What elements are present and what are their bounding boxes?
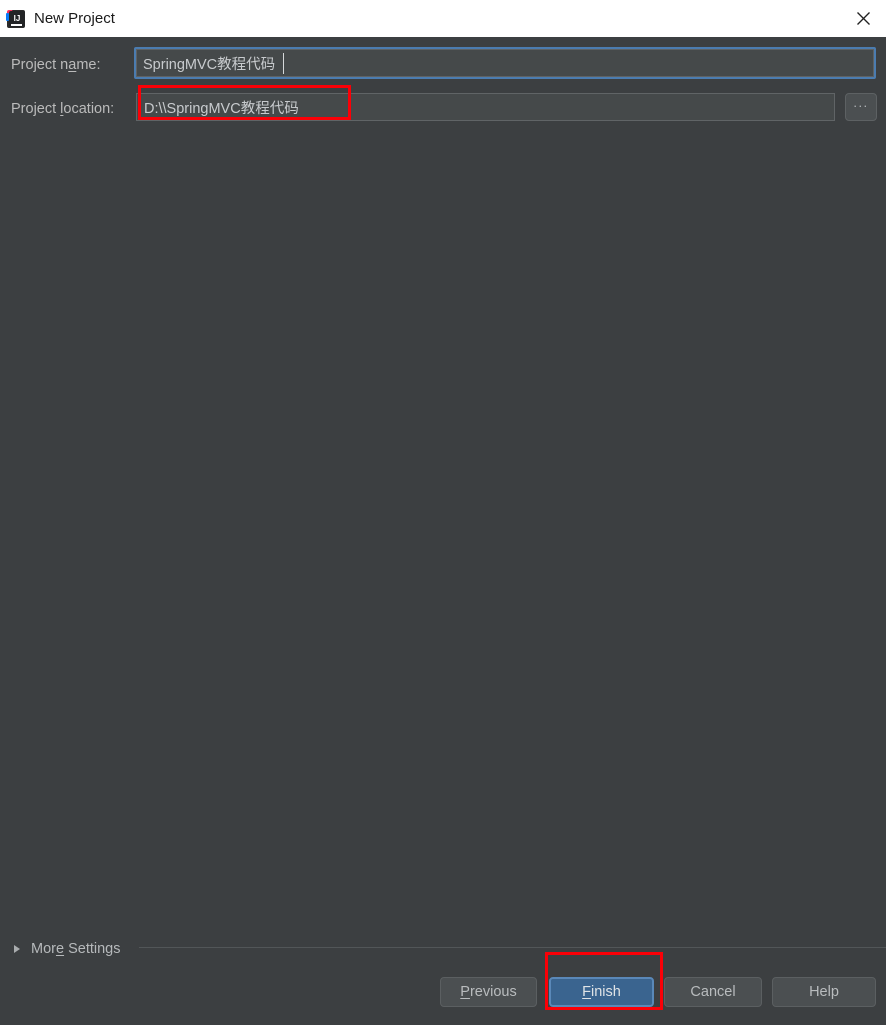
project-location-label: Project location: <box>11 101 115 117</box>
project-name-label: Project name: <box>11 57 101 73</box>
more-settings-toggle[interactable]: More Settings <box>14 939 120 959</box>
window-title: New Project <box>34 10 115 27</box>
project-name-input[interactable] <box>136 49 874 77</box>
more-settings-label: More Settings <box>31 941 121 957</box>
more-settings-separator <box>139 947 886 948</box>
project-location-input[interactable] <box>136 93 835 121</box>
new-project-dialog: IJ New Project Project name: Project loc… <box>0 0 886 1025</box>
text-caret <box>283 53 284 74</box>
finish-button[interactable]: Finish <box>549 977 654 1007</box>
browse-location-button[interactable]: ... <box>845 93 877 121</box>
title-bar: IJ New Project <box>0 0 886 37</box>
previous-button[interactable]: Previous <box>440 977 537 1007</box>
ellipsis-icon: ... <box>853 95 869 110</box>
triangle-right-icon <box>14 945 20 953</box>
project-name-input-wrapper <box>134 47 876 79</box>
dialog-content: Project name: Project location: ... More… <box>0 37 886 1025</box>
close-icon[interactable] <box>840 0 886 37</box>
intellij-idea-icon: IJ <box>6 9 26 29</box>
help-button[interactable]: Help <box>772 977 876 1007</box>
cancel-button[interactable]: Cancel <box>664 977 762 1007</box>
